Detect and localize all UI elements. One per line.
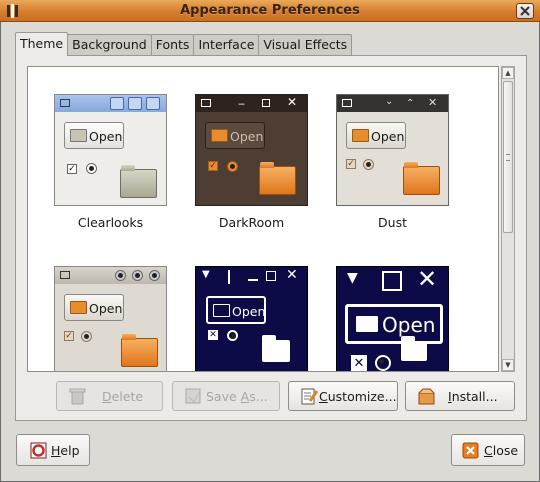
delete-button[interactable]: Delete [56, 381, 163, 411]
help-button[interactable]: Help [16, 434, 90, 466]
theme-panel: Open ✓ Clearlooks ‒ ✕ Open ✓ DarkRoom ⌄ … [15, 55, 527, 421]
theme-item-darkroom[interactable]: ‒ ✕ Open ✓ DarkRoom [180, 78, 320, 230]
theme-item-4[interactable]: Open ✓ [39, 250, 179, 371]
window-title: Appearance Preferences [180, 3, 360, 18]
theme-item-dust[interactable]: ⌄ ⌃ ✕ Open ✓ Dust [321, 78, 461, 230]
theme-preview: Open ✓ [54, 266, 167, 371]
save-as-button[interactable]: Save As... [172, 381, 280, 411]
tab-background[interactable]: Background [67, 34, 152, 56]
theme-list[interactable]: Open ✓ Clearlooks ‒ ✕ Open ✓ DarkRoom ⌄ … [27, 66, 499, 372]
theme-name: Dust [378, 215, 407, 230]
scroll-up-button[interactable]: ▲ [502, 67, 514, 79]
theme-item-clearlooks[interactable]: Open ✓ Clearlooks [39, 78, 179, 230]
save-icon [185, 388, 201, 404]
tab-interface[interactable]: Interface [193, 34, 260, 56]
tab-visual-effects[interactable]: Visual Effects [258, 34, 353, 56]
tab-bar: Theme Background Fonts Interface Visual … [15, 32, 353, 56]
close-icon [462, 442, 479, 459]
edit-icon [301, 388, 318, 405]
tab-fonts[interactable]: Fonts [150, 34, 195, 56]
theme-preview: ▼ ✕ Open ✕ [195, 266, 308, 371]
theme-name: Clearlooks [77, 215, 144, 230]
tab-theme[interactable]: Theme [15, 32, 69, 56]
scrollbar-thumb[interactable] [503, 81, 513, 233]
theme-preview: Open ✓ [54, 94, 167, 206]
theme-item-6[interactable]: ▼ ✕ Open ✕ [321, 250, 461, 371]
title-bar: Appearance Preferences [0, 0, 540, 22]
install-button[interactable]: Install... [405, 381, 515, 411]
theme-preview: ▼ ✕ Open ✕ [336, 266, 449, 371]
theme-preview: ‒ ✕ Open ✓ [195, 94, 308, 206]
theme-preview: ⌄ ⌃ ✕ Open ✓ [336, 94, 449, 206]
package-icon [418, 388, 435, 405]
theme-name: DarkRoom [218, 215, 285, 230]
help-icon [30, 442, 47, 459]
theme-list-scrollbar[interactable]: ▲ ▼ [501, 66, 515, 372]
close-icon [520, 6, 530, 16]
customize-button[interactable]: Customize... [288, 381, 398, 411]
window-close-button[interactable] [516, 3, 534, 19]
dialog-body: Theme Background Fonts Interface Visual … [0, 22, 540, 482]
close-button[interactable]: Close [451, 434, 525, 466]
trash-icon [69, 388, 86, 405]
scroll-down-button[interactable]: ▼ [502, 359, 514, 371]
theme-item-5[interactable]: ▼ ✕ Open ✕ [180, 250, 320, 371]
